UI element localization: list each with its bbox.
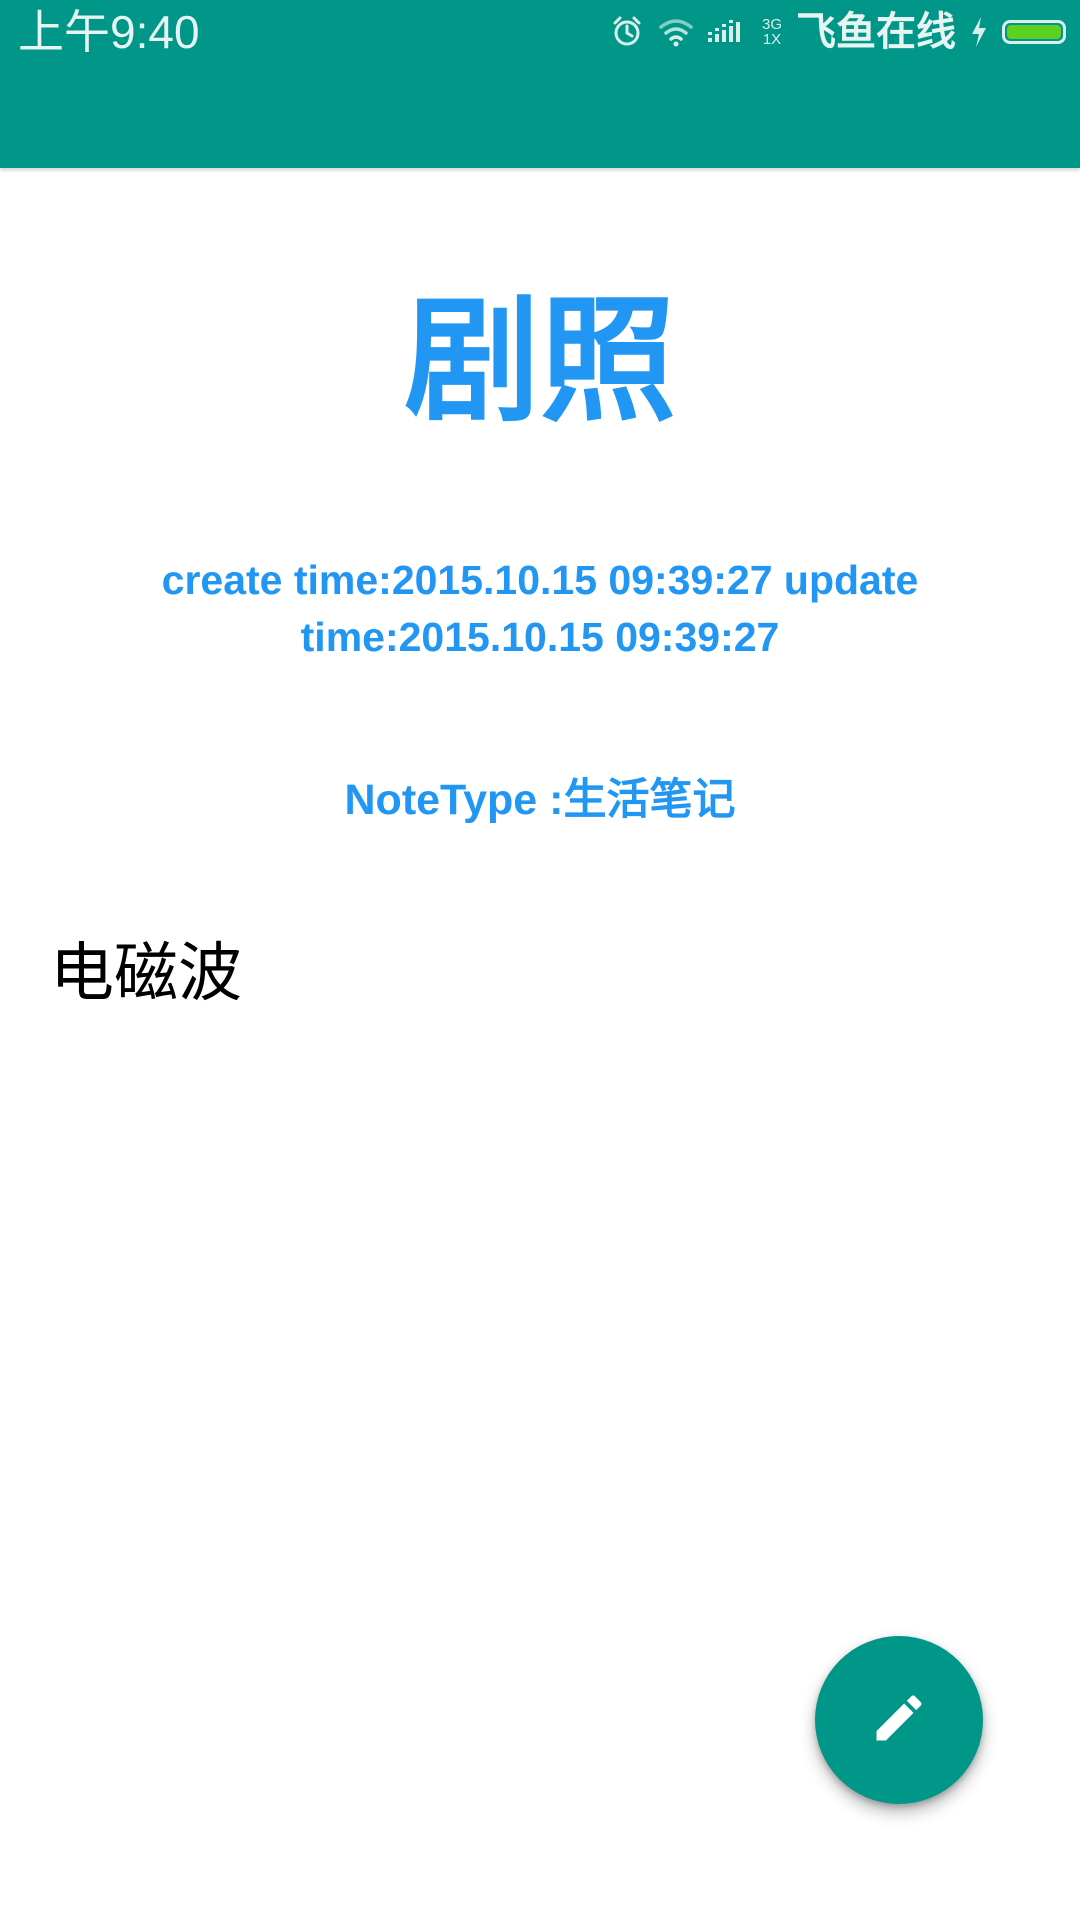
app-bar: 上午9:40 3G 1X 飞鱼在线 [0, 0, 1080, 168]
status-time: 上午9:40 [18, 6, 200, 58]
signal-icon [707, 18, 748, 46]
carrier-name: 飞鱼在线 [796, 9, 956, 55]
network-type-label: 3G 1X [762, 17, 782, 47]
charging-icon [970, 16, 988, 48]
network-bottom-label: 1X [762, 31, 782, 48]
note-content: 电磁波 [50, 937, 242, 1011]
note-detail-screen: 上午9:40 3G 1X 飞鱼在线 剧照 create time:2015.10… [0, 0, 1080, 1920]
note-timestamps: create time:2015.10.15 09:39:27 update t… [161, 557, 919, 660]
wifi-icon [658, 17, 694, 47]
note-type: NoteType :生活笔记 [344, 776, 736, 824]
edit-note-button[interactable] [815, 1636, 983, 1804]
note-title: 剧照 [404, 283, 676, 441]
alarm-icon [610, 15, 644, 49]
battery-icon [1002, 20, 1066, 44]
status-icons: 3G 1X 飞鱼在线 [610, 8, 1066, 56]
status-bar: 上午9:40 3G 1X 飞鱼在线 [0, 0, 1080, 64]
edit-pencil-icon [869, 1688, 929, 1752]
battery-level [1007, 25, 1061, 39]
network-top-label: 3G [761, 16, 782, 33]
